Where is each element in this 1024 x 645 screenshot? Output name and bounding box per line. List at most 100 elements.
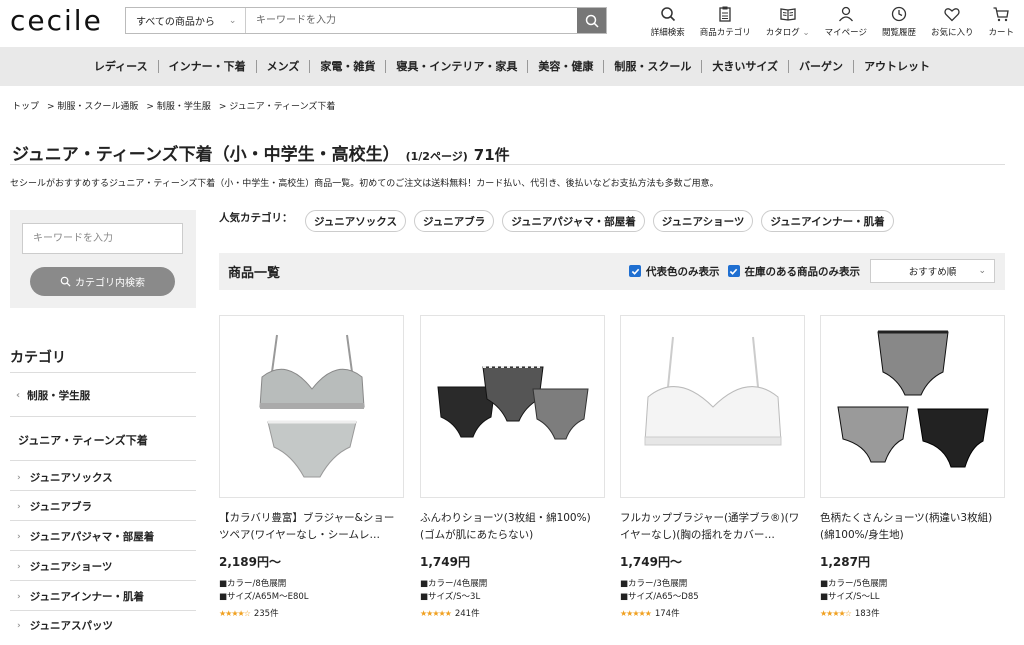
chip-bra[interactable]: ジュニアブラ	[413, 210, 495, 232]
product-category-link[interactable]: 商品カテゴリ	[700, 5, 751, 38]
cart-link[interactable]: カート	[988, 5, 1014, 38]
favorites-label: お気に入り	[930, 28, 974, 38]
category-search-label: カテゴリ内検索	[75, 278, 145, 289]
review-count[interactable]: 241件	[455, 607, 480, 619]
category-nav: レディース インナー・下着 メンズ 家電・雑貨 寝具・インテリア・家具 美容・健…	[0, 47, 1024, 86]
product-name[interactable]: ふんわりショーツ(3枚組・綿100%)(ゴムが肌にあたらない)	[420, 510, 605, 544]
chip-pajama[interactable]: ジュニアパジャマ・部屋着	[502, 210, 645, 232]
cart-label: カート	[988, 28, 1014, 38]
review-count[interactable]: 183件	[855, 607, 880, 619]
breadcrumb-school[interactable]: > 制服・スクール通販	[47, 99, 138, 112]
sidebar-item-label: ジュニアスパッツ	[29, 620, 113, 632]
representative-color-checkbox[interactable]: 代表色のみ表示	[629, 264, 720, 279]
catalog-link[interactable]: カタログ ⌄	[766, 5, 810, 38]
book-icon	[780, 8, 796, 21]
catnav-school[interactable]: 制服・スクール	[604, 60, 703, 73]
chip-socks[interactable]: ジュニアソックス	[305, 210, 406, 232]
catnav-interior[interactable]: 寝具・インテリア・家具	[386, 60, 529, 73]
catnav-mens[interactable]: メンズ	[257, 60, 311, 73]
history-link[interactable]: 閲覧履歴	[882, 5, 916, 38]
checkbox-checked-icon	[727, 265, 740, 277]
product-price: 1,749円	[420, 555, 470, 569]
site-logo[interactable]: cecile	[10, 7, 103, 35]
product-name[interactable]: フルカップブラジャー(通学ブラ®)(ワイヤーなし)(胸の揺れをカバー…	[620, 510, 805, 544]
sidebar-item-bra[interactable]: › ジュニアブラ	[17, 499, 92, 514]
sidebar-item-label: ジュニアインナー・肌着	[29, 591, 144, 603]
star-rating-icon: ★★★★☆	[219, 608, 251, 618]
catnav-bargain[interactable]: バーゲン	[789, 60, 855, 73]
sidebar-item-label: ジュニアパジャマ・部屋着	[29, 531, 155, 543]
product-image[interactable]	[620, 315, 805, 498]
sidebar-item-pajama[interactable]: › ジュニアパジャマ・部屋着	[17, 529, 154, 544]
product-card[interactable]: フルカップブラジャー(通学ブラ®)(ワイヤーなし)(胸の揺れをカバー… 1,74…	[620, 315, 805, 619]
product-specs: ■カラー/3色展開 ■サイズ/A65〜D85	[620, 578, 805, 604]
search-input[interactable]	[246, 8, 577, 33]
search-button[interactable]	[577, 8, 606, 33]
page-title: ジュニア・ティーンズ下着（小・中学生・高校生） (1/2ページ) 71件	[12, 140, 510, 165]
product-category-label: 商品カテゴリ	[699, 28, 751, 38]
product-name[interactable]: 色柄たくさんショーツ(柄違い3枚組)(綿100%/身生地)	[820, 510, 1005, 544]
in-stock-label: 在庫のある商品のみ表示	[744, 265, 861, 278]
sidebar-search-input[interactable]	[22, 223, 183, 254]
sidebar-item-socks[interactable]: › ジュニアソックス	[17, 470, 113, 485]
chevron-right-icon: ›	[17, 561, 21, 572]
site-header: cecile すべての商品から ⌄ 詳細検索 商品カテゴリ カタログ ⌄ マイペ…	[0, 0, 1024, 46]
product-image[interactable]	[219, 315, 404, 498]
chevron-right-icon: ›	[17, 620, 21, 631]
product-card[interactable]: 【カラバリ豊富】ブラジャー&ショーツペア(ワイヤーなし・シームレ… 2,189円…	[219, 315, 404, 619]
product-list-bar: 商品一覧 代表色のみ表示 在庫のある商品のみ表示 おすすめ順 ⌄	[219, 253, 1005, 290]
bra-shorts-set-image	[258, 334, 365, 477]
product-card[interactable]: 色柄たくさんショーツ(柄違い3枚組)(綿100%/身生地) 1,287円 ■カラ…	[820, 315, 1005, 619]
header-icon-nav: 詳細検索 商品カテゴリ カタログ ⌄ マイページ 閲覧履歴 お気に入り カート	[636, 5, 1014, 38]
clipboard-icon	[719, 6, 731, 22]
sidebar-parent-category[interactable]: ‹ 制服・学生服	[16, 388, 90, 403]
sidebar-divider	[10, 416, 196, 417]
review-count[interactable]: 174件	[655, 607, 680, 619]
catnav-outlet[interactable]: アウトレット	[854, 60, 940, 73]
sidebar-item-inner[interactable]: › ジュニアインナー・肌着	[17, 589, 144, 604]
catnav-ladies[interactable]: レディース	[84, 60, 159, 73]
search-category-select[interactable]: すべての商品から ⌄	[126, 8, 246, 33]
star-rating-icon: ★★★★★	[620, 608, 652, 618]
catnav-large-size[interactable]: 大きいサイズ	[702, 60, 790, 73]
product-specs: ■カラー/8色展開 ■サイズ/A65M〜E80L	[219, 578, 404, 604]
breadcrumb: トップ > 制服・スクール通販 > 制服・学生服 > ジュニア・ティーンズ下着	[12, 99, 343, 112]
chip-inner[interactable]: ジュニアインナー・肌着	[761, 210, 894, 232]
breadcrumb-current: > ジュニア・ティーンズ下着	[218, 102, 336, 112]
breadcrumb-uniform[interactable]: > 制服・学生服	[146, 99, 210, 112]
in-stock-checkbox[interactable]: 在庫のある商品のみ表示	[727, 264, 861, 279]
review-count[interactable]: 235件	[254, 607, 279, 619]
favorites-link[interactable]: お気に入り	[930, 5, 974, 38]
chevron-right-icon: ›	[17, 472, 21, 483]
product-card[interactable]: ふんわりショーツ(3枚組・綿100%)(ゴムが肌にあたらない) 1,749円 ■…	[420, 315, 605, 619]
chip-shorts[interactable]: ジュニアショーツ	[652, 210, 754, 232]
sidebar-item-shorts[interactable]: › ジュニアショーツ	[17, 559, 112, 574]
sidebar-item-spats[interactable]: › ジュニアスパッツ	[17, 618, 113, 633]
product-color: ■カラー/3色展開	[620, 579, 688, 589]
product-name[interactable]: 【カラバリ豊富】ブラジャー&ショーツペア(ワイヤーなし・シームレ…	[219, 510, 404, 544]
breadcrumb-top[interactable]: トップ	[12, 99, 39, 112]
sidebar-divider	[10, 460, 196, 461]
detail-search-link[interactable]: 詳細検索	[651, 5, 685, 38]
search-icon	[60, 276, 71, 287]
product-price: 2,189円〜	[219, 555, 281, 569]
product-image[interactable]	[820, 315, 1005, 498]
popular-category-label: 人気カテゴリ：	[219, 212, 293, 224]
mypage-link[interactable]: マイページ	[825, 5, 867, 38]
chevron-right-icon: ›	[17, 591, 21, 602]
product-image[interactable]	[420, 315, 605, 498]
category-search-button[interactable]: カテゴリ内検索	[30, 267, 175, 296]
search-bar: すべての商品から ⌄	[125, 7, 607, 34]
product-rating: ★★★★★ 174件	[620, 607, 805, 620]
cart-icon	[993, 7, 1010, 22]
mypage-label: マイページ	[824, 28, 867, 38]
product-specs: ■カラー/4色展開 ■サイズ/S〜3L	[420, 578, 605, 604]
product-filter-options: 代表色のみ表示 在庫のある商品のみ表示 おすすめ順 ⌄	[621, 259, 995, 283]
catnav-appliances[interactable]: 家電・雑貨	[310, 60, 387, 73]
catnav-beauty[interactable]: 美容・健康	[528, 60, 605, 73]
product-price: 1,287円	[820, 555, 870, 569]
catnav-inner[interactable]: インナー・下着	[159, 60, 257, 73]
sidebar-category-heading: カテゴリ	[10, 350, 66, 366]
sort-select[interactable]: おすすめ順 ⌄	[870, 259, 995, 283]
sidebar-divider	[10, 550, 196, 551]
